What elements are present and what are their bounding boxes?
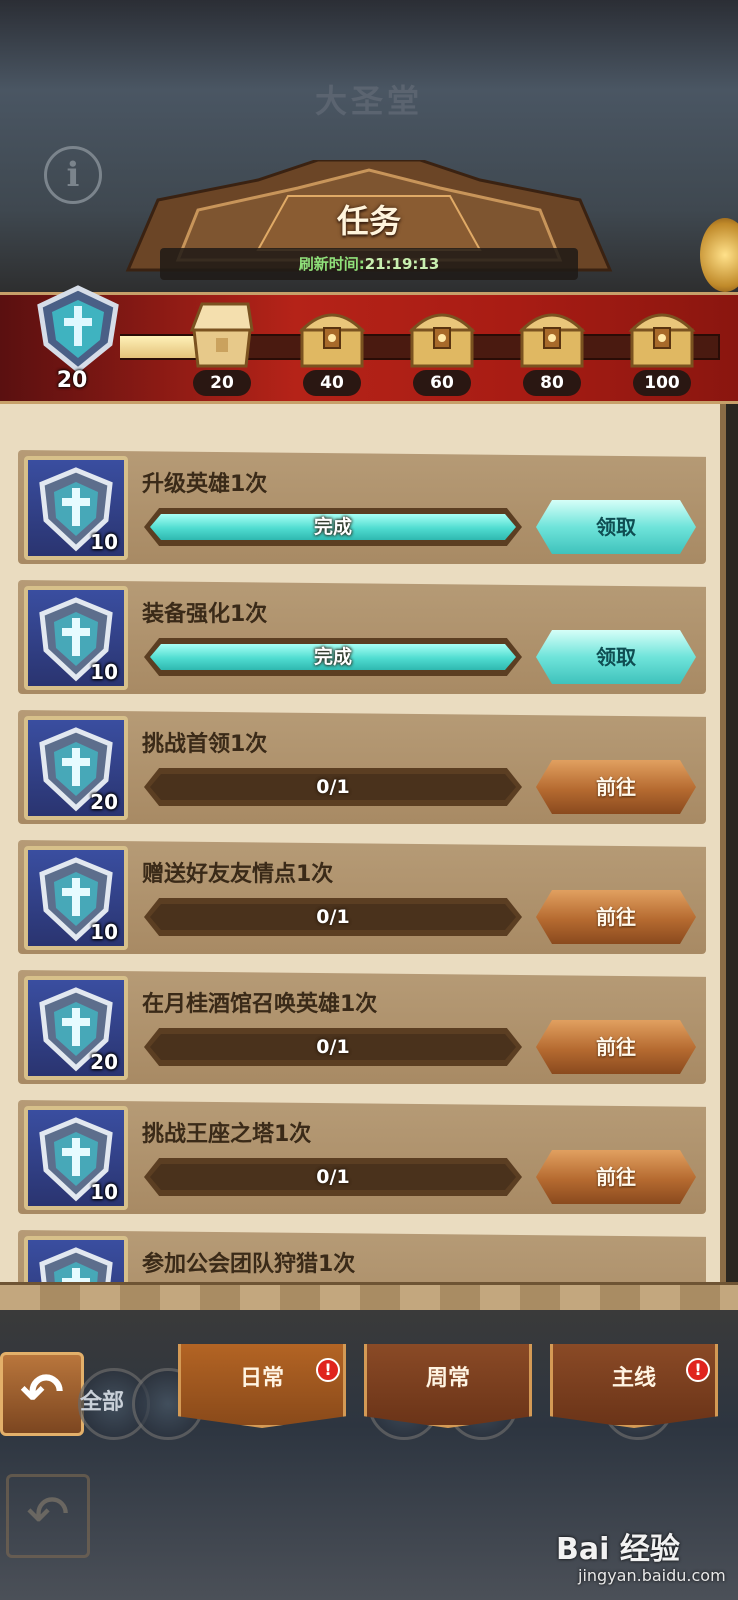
go-button[interactable]: 前往 [536, 760, 696, 814]
main-alert-badge: ! [686, 1358, 710, 1382]
current-points: 20 [56, 368, 88, 393]
task-name: 升级英雄1次 [142, 472, 268, 497]
chest-points-label: 80 [523, 370, 581, 396]
shield-icon [39, 1247, 113, 1282]
task-name: 在月桂酒馆召唤英雄1次 [142, 992, 378, 1017]
chest-points-label: 60 [413, 370, 471, 396]
task-points: 20 [90, 790, 118, 814]
task-points: 10 [90, 920, 118, 944]
task-progress-bar: 0/1 [144, 1028, 522, 1066]
go-button[interactable]: 前往 [536, 1150, 696, 1204]
treasure-chest-icon[interactable] [294, 300, 370, 370]
tab-main-story[interactable]: 主线 [550, 1344, 718, 1428]
task-card: 10 升级英雄1次完成 领取 [18, 450, 706, 564]
tab-weekly[interactable]: 周常 [364, 1344, 532, 1428]
back-arrow-icon[interactable]: ↶ [0, 1352, 84, 1436]
claim-button[interactable]: 领取 [536, 500, 696, 554]
shield-reward-icon: 10 [24, 456, 128, 560]
chest-points-label: 20 [193, 370, 251, 396]
task-progress-bar: 完成 [144, 638, 522, 676]
task-list[interactable]: 10 升级英雄1次 完成 领取 10 装备强化1次 完成 领取 20 挑战首领1次 0/1 前往 10 赠… [0, 404, 720, 1282]
task-points: 10 [90, 530, 118, 554]
go-button[interactable]: 前往 [536, 890, 696, 944]
treasure-chest-icon[interactable] [404, 300, 480, 370]
task-points: 10 [90, 1180, 118, 1204]
task-progress-bar: 完成 [144, 508, 522, 546]
panel-title: 任务 [336, 202, 401, 240]
opened-chest-icon[interactable] [184, 300, 260, 370]
task-name: 挑战首领1次 [142, 732, 268, 757]
task-name: 挑战王座之塔1次 [142, 1122, 312, 1147]
claim-button[interactable]: 领取 [536, 630, 696, 684]
shield-reward-icon: 10 [24, 1106, 128, 1210]
task-card: 10 挑战王座之塔1次 0/1 前往 [18, 1100, 706, 1214]
refresh-value: 21:19:13 [364, 255, 440, 273]
task-panel: 10 升级英雄1次 完成 领取 10 装备强化1次 完成 领取 20 挑战首领1次 0/1 前往 10 赠… [0, 404, 726, 1298]
hall-title: 大圣堂 [314, 82, 423, 120]
task-points: 10 [90, 660, 118, 684]
task-name: 参加公会团队狩猎1次 [142, 1252, 356, 1277]
chest-points-label: 40 [303, 370, 361, 396]
daily-alert-badge: ! [316, 1358, 340, 1382]
shield-reward-icon: 10 [24, 586, 128, 690]
task-name: 赠送好友友情点1次 [142, 862, 334, 887]
progress-text: 0/1 [316, 906, 350, 928]
go-button[interactable]: 前往 [536, 1020, 696, 1074]
treasure-chest-icon[interactable] [624, 300, 700, 370]
task-points: 20 [90, 1050, 118, 1074]
shield-reward-icon [24, 1236, 128, 1282]
back-arrow-icon-shadow: ↶ [6, 1474, 90, 1558]
filter-all-label: 全部 [80, 1390, 125, 1415]
progress-text: 完成 [313, 646, 352, 668]
progress-text: 0/1 [316, 1036, 350, 1058]
treasure-chest-icon[interactable] [514, 300, 590, 370]
task-progress-bar: 0/1 [144, 1158, 522, 1196]
task-card: 10 装备强化1次完成 领取 [18, 580, 706, 694]
task-progress-bar: 0/1 [144, 898, 522, 936]
watermark-brand: Bai 经验 [556, 1532, 680, 1567]
shield-reward-icon: 20 [24, 976, 128, 1080]
task-card: 参加公会团队狩猎1次 [18, 1230, 706, 1282]
task-card: 20 在月桂酒馆召唤英雄1次 0/1 前往 [18, 970, 706, 1084]
progress-text: 0/1 [316, 1166, 350, 1188]
chest-points-label: 100 [633, 370, 691, 396]
watermark-url: jingyan.baidu.com [578, 1566, 726, 1585]
task-name: 装备强化1次 [142, 602, 268, 627]
shield-reward-icon: 20 [24, 716, 128, 820]
tab-daily[interactable]: 日常 [178, 1344, 346, 1428]
task-progress-bar: 0/1 [144, 768, 522, 806]
task-card: 10 赠送好友友情点1次 0/1 前往 [18, 840, 706, 954]
refresh-label: 刷新时间: [298, 255, 365, 273]
task-card: 20 挑战首领1次 0/1 前往 [18, 710, 706, 824]
progress-text: 完成 [313, 516, 352, 538]
shield-reward-icon: 10 [24, 846, 128, 950]
progress-text: 0/1 [316, 776, 350, 798]
refresh-timer: 刷新时间:21:19:13 [160, 248, 578, 280]
activity-shield-icon [37, 285, 119, 374]
